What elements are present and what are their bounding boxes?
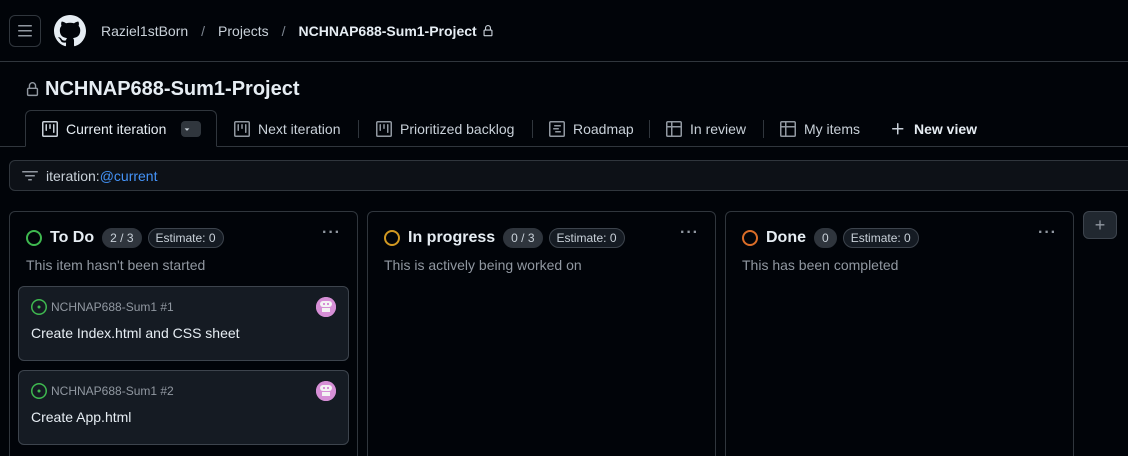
filter-key: iteration: xyxy=(46,167,100,184)
breadcrumb-separator: / xyxy=(201,23,206,39)
github-logo-icon[interactable] xyxy=(54,15,86,47)
plus-icon: + xyxy=(1094,214,1106,235)
card-title[interactable]: Create Index.html and CSS sheet xyxy=(31,325,240,341)
tab-label: In review xyxy=(690,120,747,137)
column-todo: To Do 2 / 3 Estimate: 0 ··· This item ha… xyxy=(9,211,358,456)
board-icon xyxy=(234,120,250,137)
table-icon xyxy=(666,120,682,137)
column-more-options-button[interactable]: ··· xyxy=(1038,224,1057,242)
board-icon xyxy=(376,120,392,137)
breadcrumb-separator: / xyxy=(281,23,286,39)
issue-opened-icon xyxy=(31,299,47,315)
project-title: NCHNAP688-Sum1-Project xyxy=(45,77,300,100)
tab-prioritized-backlog[interactable]: Prioritized backlog xyxy=(376,110,514,147)
tab-label: Prioritized backlog xyxy=(400,120,515,137)
hamburger-icon xyxy=(18,25,32,37)
avatar-icon xyxy=(316,297,336,317)
status-circle-icon xyxy=(26,230,42,246)
card-repo: NCHNAP688-Sum1 #2 xyxy=(31,383,174,399)
filter-query: iteration:@current xyxy=(46,168,158,184)
add-column-button[interactable]: + xyxy=(1083,211,1117,239)
new-view-button[interactable]: New view xyxy=(890,110,977,147)
column-name: Done xyxy=(766,229,806,246)
column-estimate-badge: Estimate: 0 xyxy=(548,228,625,248)
status-circle-icon xyxy=(742,230,758,246)
filter-input[interactable]: iteration:@current xyxy=(9,160,1128,191)
filter-icon xyxy=(22,170,38,180)
tab-label: New view xyxy=(914,120,978,137)
column-done: Done 0 Estimate: 0 ··· This has been com… xyxy=(725,211,1074,456)
board-icon xyxy=(42,120,58,137)
column-count-badge: 0 xyxy=(814,228,837,248)
column-count-badge: 2 / 3 xyxy=(102,228,142,248)
plus-icon xyxy=(892,122,904,134)
card-repo: NCHNAP688-Sum1 #1 xyxy=(31,299,174,315)
roadmap-icon xyxy=(549,120,565,137)
column-header: To Do 2 / 3 Estimate: 0 xyxy=(26,228,230,248)
breadcrumb-current-label: NCHNAP688-Sum1-Project xyxy=(298,23,477,39)
tab-divider xyxy=(532,120,533,138)
tab-roadmap[interactable]: Roadmap xyxy=(549,110,634,147)
view-tabs: Current iteration Next iteration Priorit… xyxy=(0,110,1128,147)
column-description: This is actively being worked on xyxy=(384,257,582,273)
breadcrumb-current-project[interactable]: NCHNAP688-Sum1-Project xyxy=(299,23,494,39)
tab-label: Next iteration xyxy=(258,120,341,137)
assignee-avatar[interactable] xyxy=(316,381,336,401)
column-header: Done 0 Estimate: 0 xyxy=(742,228,925,248)
view-options-button[interactable] xyxy=(181,121,201,137)
breadcrumb: Raziel1stBorn / Projects / NCHNAP688-Sum… xyxy=(101,22,494,40)
tab-next-iteration[interactable]: Next iteration xyxy=(234,110,340,147)
column-more-options-button[interactable]: ··· xyxy=(322,224,341,242)
column-header: In progress 0 / 3 Estimate: 0 xyxy=(384,228,631,248)
issue-opened-icon xyxy=(31,383,47,399)
issue-card[interactable]: NCHNAP688-Sum1 #2 Create App.html xyxy=(18,370,349,445)
assignee-avatar[interactable] xyxy=(316,297,336,317)
tab-divider xyxy=(763,120,764,138)
column-estimate-badge: Estimate: 0 xyxy=(842,228,919,248)
tab-label: My items xyxy=(804,120,860,137)
avatar-icon xyxy=(316,381,336,401)
board: To Do 2 / 3 Estimate: 0 ··· This item ha… xyxy=(0,211,1128,456)
filter-value: @current xyxy=(99,167,158,184)
tab-current-iteration[interactable]: Current iteration xyxy=(25,110,217,147)
tab-label: Roadmap xyxy=(573,120,634,137)
triangle-down-icon xyxy=(184,128,190,131)
status-circle-icon xyxy=(384,230,400,246)
tab-in-review[interactable]: In review xyxy=(666,110,746,147)
hamburger-menu-button[interactable] xyxy=(9,15,41,47)
tab-divider xyxy=(649,120,650,138)
card-title[interactable]: Create App.html xyxy=(31,409,131,425)
column-in-progress: In progress 0 / 3 Estimate: 0 ··· This i… xyxy=(367,211,716,456)
column-more-options-button[interactable]: ··· xyxy=(680,224,699,242)
project-heading: NCHNAP688-Sum1-Project xyxy=(25,78,300,100)
tab-my-items[interactable]: My items xyxy=(780,110,860,147)
card-repo-label: NCHNAP688-Sum1 #2 xyxy=(51,384,174,398)
column-description: This has been completed xyxy=(742,257,899,273)
column-count-badge: 0 / 3 xyxy=(503,228,543,248)
lock-icon xyxy=(483,25,493,37)
lock-icon xyxy=(26,81,39,96)
card-repo-label: NCHNAP688-Sum1 #1 xyxy=(51,300,174,314)
breadcrumb-owner-link[interactable]: Raziel1stBorn xyxy=(101,23,188,39)
column-name: To Do xyxy=(50,229,95,246)
tab-divider xyxy=(358,120,359,138)
tab-label: Current iteration xyxy=(66,120,167,137)
column-description: This item hasn't been started xyxy=(26,257,206,273)
table-icon xyxy=(780,120,796,137)
column-estimate-badge: Estimate: 0 xyxy=(147,228,224,248)
column-name: In progress xyxy=(408,229,496,246)
breadcrumb-projects-link[interactable]: Projects xyxy=(218,23,269,39)
issue-card[interactable]: NCHNAP688-Sum1 #1 Create Index.html and … xyxy=(18,286,349,361)
global-header: Raziel1stBorn / Projects / NCHNAP688-Sum… xyxy=(0,0,1128,62)
